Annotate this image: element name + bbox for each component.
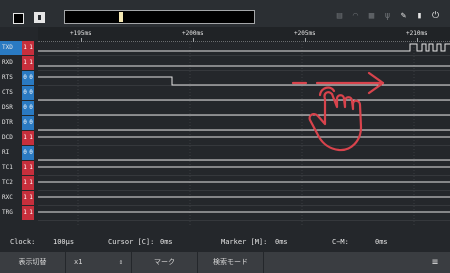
time-tick: +205ms bbox=[294, 30, 316, 42]
sd-card-icon: ▮ bbox=[416, 11, 423, 21]
signal-bit: 0 bbox=[28, 116, 34, 130]
signal-state: 11 bbox=[22, 206, 34, 220]
cursor-value: 0ms bbox=[160, 238, 173, 246]
signal-bit: 1 bbox=[28, 176, 34, 190]
bottom-button-bar: 表示切替 x1 ⇕ マーク 検索モード ≡ bbox=[0, 252, 450, 273]
marker-label: Marker [M]: bbox=[221, 238, 268, 246]
cm-value: 0ms bbox=[375, 238, 388, 246]
signal-bit: 0 bbox=[28, 86, 34, 100]
signal-row-trg[interactable]: TRG 1 1 bbox=[0, 206, 34, 220]
top-toolbar: ▤ ◠ ▦ ψ ✎ ▮ ⏻ bbox=[0, 0, 450, 27]
signal-name: TXD bbox=[0, 41, 22, 55]
signal-bit: 1 bbox=[28, 131, 34, 145]
signal-name: RXC bbox=[2, 194, 13, 201]
signal-bit: 1 bbox=[28, 41, 34, 55]
trace-txd bbox=[38, 43, 450, 52]
time-tick: +210ms bbox=[406, 30, 428, 42]
zoom-value: x1 bbox=[74, 258, 83, 266]
power-plug-icon: ⏻ bbox=[431, 11, 440, 21]
signal-bit: 1 bbox=[28, 56, 34, 70]
pen-icon: ✎ bbox=[400, 11, 407, 21]
signal-name: RTS bbox=[2, 74, 13, 81]
signal-state: 00 bbox=[22, 86, 34, 100]
signal-state: 11 bbox=[22, 56, 34, 70]
signal-name: TRG bbox=[2, 209, 13, 216]
search-mode-button[interactable]: 検索モード bbox=[198, 252, 264, 273]
waveform-traces bbox=[38, 41, 450, 226]
zoom-selector[interactable]: x1 ⇕ bbox=[66, 252, 132, 273]
stop-button[interactable] bbox=[13, 13, 24, 24]
signal-state: 00 bbox=[22, 101, 34, 115]
signal-bit: 1 bbox=[28, 191, 34, 205]
cursor-label: Cursor [C]: bbox=[108, 238, 155, 246]
signal-bit: 1 bbox=[28, 206, 34, 220]
signal-bit: 0 bbox=[28, 71, 34, 85]
marker-value: 0ms bbox=[275, 238, 288, 246]
signal-name: DTR bbox=[2, 119, 13, 126]
time-scale: +195ms +200ms +205ms +210ms bbox=[38, 27, 450, 42]
signal-row-rts[interactable]: RTS 0 0 bbox=[0, 71, 34, 85]
time-tick: +195ms bbox=[70, 30, 92, 42]
pause-button[interactable] bbox=[34, 12, 45, 23]
zoom-stepper-icon: ⇕ bbox=[118, 258, 123, 266]
mark-button[interactable]: マーク bbox=[132, 252, 198, 273]
signal-row-rxd[interactable]: RXD 1 1 bbox=[0, 56, 34, 70]
signal-row-tc2[interactable]: TC2 1 1 bbox=[0, 176, 34, 190]
signal-state: 11 bbox=[22, 41, 34, 55]
signal-row-ri[interactable]: RI 0 0 bbox=[0, 146, 34, 160]
signal-row-cts[interactable]: CTS 0 0 bbox=[0, 86, 34, 100]
clock-value: 100µs bbox=[53, 238, 75, 246]
waveform-area[interactable] bbox=[38, 41, 450, 226]
signal-state: 00 bbox=[22, 116, 34, 130]
signal-state: 11 bbox=[22, 161, 34, 175]
signal-name: RXD bbox=[2, 59, 13, 66]
status-footer: Clock: 100µs Cursor [C]: 0ms Marker [M]:… bbox=[0, 232, 450, 252]
signal-name: DSR bbox=[2, 104, 13, 111]
signal-bit: 0 bbox=[28, 146, 34, 160]
signal-row-dsr[interactable]: DSR 0 0 bbox=[0, 101, 34, 115]
signal-name: TC1 bbox=[2, 164, 13, 171]
cm-label: C−M: bbox=[332, 238, 349, 246]
signal-row-txd[interactable]: TXD 1 1 bbox=[0, 41, 34, 55]
clock-label: Clock: bbox=[10, 238, 36, 246]
signal-name: DCD bbox=[2, 134, 13, 141]
wifi-icon: ◠ bbox=[352, 11, 359, 21]
trace-rts bbox=[38, 76, 450, 86]
display-toggle-button[interactable]: 表示切替 bbox=[0, 252, 66, 273]
signal-row-dcd[interactable]: DCD 1 1 bbox=[0, 131, 34, 145]
signal-state: 11 bbox=[22, 191, 34, 205]
signal-state: 00 bbox=[22, 71, 34, 85]
signal-row-tc1[interactable]: TC1 1 1 bbox=[0, 161, 34, 175]
time-tick: +200ms bbox=[182, 30, 204, 42]
overview-position-marker[interactable] bbox=[119, 12, 123, 22]
printer-icon: ▤ bbox=[336, 11, 343, 21]
status-icons: ▤ ◠ ▦ ψ ✎ ▮ ⏻ bbox=[335, 12, 440, 21]
signal-name: CTS bbox=[2, 89, 13, 96]
signal-state: 11 bbox=[22, 131, 34, 145]
signal-row-dtr[interactable]: DTR 0 0 bbox=[0, 116, 34, 130]
signal-state: 00 bbox=[22, 146, 34, 160]
signal-bit: 1 bbox=[28, 161, 34, 175]
menu-icon[interactable]: ≡ bbox=[420, 252, 450, 273]
signal-row-rxc[interactable]: RXC 1 1 bbox=[0, 191, 34, 205]
network-icon: ▦ bbox=[368, 11, 375, 21]
capture-overview[interactable] bbox=[64, 10, 255, 24]
signal-bit: 0 bbox=[28, 101, 34, 115]
signal-name: RI bbox=[2, 149, 10, 156]
signal-name: TC2 bbox=[2, 179, 13, 186]
usb-icon: ψ bbox=[384, 11, 391, 21]
signal-state: 11 bbox=[22, 176, 34, 190]
